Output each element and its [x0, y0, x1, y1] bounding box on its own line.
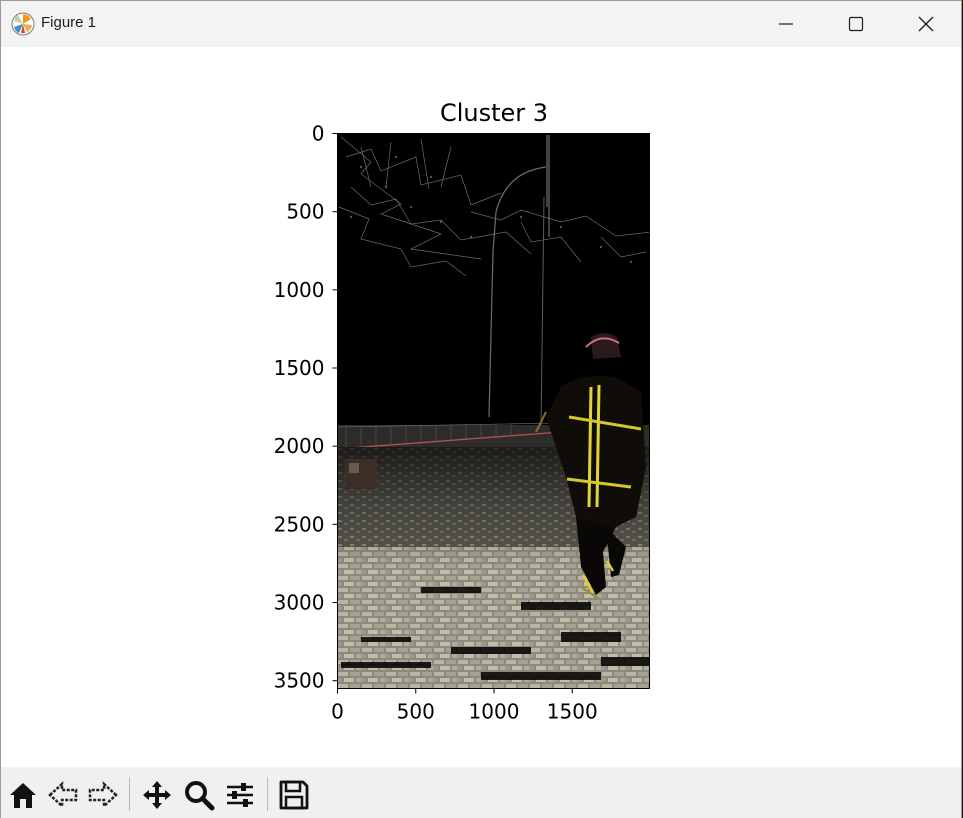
cluster-image [337, 133, 650, 689]
close-icon [918, 16, 934, 32]
y-tick-label: 1500 [274, 356, 325, 380]
window-title: Figure 1 [41, 14, 97, 31]
configure-subplots-button[interactable] [222, 777, 258, 813]
minimize-icon [779, 23, 793, 25]
forward-button[interactable] [85, 777, 121, 813]
back-arrow-icon [48, 781, 78, 809]
y-tick-label: 0 [312, 122, 325, 146]
maximize-button[interactable] [821, 1, 891, 47]
forward-arrow-icon [88, 781, 118, 809]
matplotlib-logo-icon [11, 12, 35, 36]
plot-title: Cluster 3 [440, 99, 548, 127]
figure-canvas[interactable]: Cluster 3 0 500 1000 1500 2000 2500 3000 3500 0… [1, 47, 961, 767]
y-tick-label: 500 [286, 200, 324, 224]
toolbar-separator [267, 777, 268, 811]
move-icon [143, 781, 171, 809]
x-tick-label: 1000 [469, 700, 520, 724]
sliders-icon [227, 783, 253, 807]
home-button[interactable] [5, 777, 41, 813]
y-tick-label: 3500 [274, 669, 325, 693]
save-button[interactable] [276, 777, 312, 813]
y-axis: 0 500 1000 1500 2000 2500 3000 3500 [274, 122, 338, 693]
x-tick-label: 0 [331, 700, 344, 724]
y-tick-label: 2000 [274, 434, 325, 458]
home-icon [10, 783, 36, 808]
y-tick-label: 3000 [274, 591, 325, 615]
x-axis: 0 500 1000 1500 [331, 688, 598, 724]
back-button[interactable] [45, 777, 81, 813]
figure-window: Figure 1 Cluster 3 0 500 1000 1500 2000 … [1, 1, 961, 818]
pan-button[interactable] [139, 777, 175, 813]
x-tick-label: 1500 [547, 700, 598, 724]
close-button[interactable] [891, 1, 961, 47]
magnifier-icon [185, 781, 215, 811]
floppy-disk-icon [279, 780, 309, 810]
plot-svg: Cluster 3 0 500 1000 1500 2000 2500 3000 3500 0… [274, 99, 650, 724]
zoom-button[interactable] [181, 777, 217, 813]
minimize-button[interactable] [751, 1, 821, 47]
y-tick-label: 1000 [274, 278, 325, 302]
maximize-icon [848, 16, 864, 32]
toolbar-separator [129, 777, 130, 811]
title-bar[interactable]: Figure 1 [1, 1, 961, 47]
y-tick-label: 2500 [274, 512, 325, 536]
x-tick-label: 500 [397, 700, 435, 724]
navigation-toolbar [1, 767, 961, 818]
